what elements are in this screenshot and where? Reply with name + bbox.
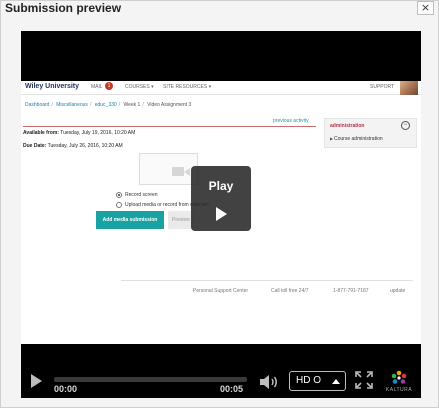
breadcrumb-item: Miscellaneous bbox=[56, 102, 88, 108]
site-header: Wiley University MAIL 1 COURSES ▾ SITE R… bbox=[21, 81, 421, 95]
footer-update: update bbox=[390, 288, 406, 294]
video-placeholder bbox=[139, 153, 198, 185]
play-button-icon[interactable] bbox=[31, 374, 42, 388]
play-icon bbox=[216, 207, 227, 221]
video-camera-icon bbox=[172, 167, 184, 176]
add-media-submission-button: Add media submission bbox=[96, 211, 164, 229]
record-screen-label: Record screen bbox=[125, 192, 158, 198]
breadcrumb-item: Video Assignment 3 bbox=[147, 102, 192, 108]
close-button[interactable]: × bbox=[417, 1, 434, 15]
submission-preview-dialog: Submission preview × Wiley University MA… bbox=[0, 0, 439, 408]
chevron-up-icon bbox=[332, 379, 340, 384]
due-label: Due Date: bbox=[23, 143, 47, 149]
nav-mail: MAIL bbox=[91, 84, 103, 90]
play-overlay-button[interactable]: Play bbox=[191, 166, 251, 231]
volume-icon[interactable] bbox=[259, 374, 281, 390]
player-control-bar: 00:00 00:05 HD O KALTURA bbox=[21, 366, 421, 398]
quality-label: HD O bbox=[296, 375, 321, 386]
due-date: Due Date: Tuesday, July 26, 2016, 10:20 … bbox=[23, 143, 123, 149]
footer-phone: 1-877-791-7187 bbox=[333, 288, 369, 294]
footer-divider bbox=[121, 280, 413, 281]
site-brand: Wiley University bbox=[25, 83, 80, 90]
seek-bar[interactable] bbox=[54, 377, 247, 382]
footer-toll-free: Call toll free 24/7 bbox=[271, 288, 309, 294]
course-administration-item: Course administration bbox=[334, 136, 383, 142]
available-from: Available from: Tuesday, July 19, 2016, … bbox=[23, 130, 135, 136]
record-screen-radio bbox=[116, 192, 122, 198]
video-player[interactable]: Wiley University MAIL 1 COURSES ▾ SITE R… bbox=[21, 31, 421, 398]
current-time: 00:00 bbox=[54, 384, 78, 394]
mail-count-badge: 1 bbox=[105, 82, 113, 90]
kaltura-logo: KALTURA bbox=[381, 369, 417, 397]
dialog-title-bar: Submission preview × bbox=[1, 1, 438, 16]
breadcrumb: Dashboard / Miscellaneous / educ_330/ Week… bbox=[25, 102, 192, 108]
fullscreen-icon[interactable] bbox=[355, 371, 373, 389]
breadcrumb-item: Week 1 bbox=[123, 102, 141, 108]
collapse-icon: − bbox=[401, 121, 410, 130]
administration-block: administration − ▶ Course administration bbox=[324, 118, 417, 148]
kaltura-label: KALTURA bbox=[385, 387, 413, 393]
previous-activity-link: previous activity bbox=[273, 118, 309, 124]
breadcrumb-item: educ_330 bbox=[94, 102, 117, 108]
quality-selector[interactable]: HD O bbox=[289, 371, 346, 391]
play-label: Play bbox=[208, 179, 234, 193]
nav-courses: COURSES ▾ bbox=[125, 84, 154, 90]
upload-media-radio bbox=[116, 202, 122, 208]
footer-support-center: Personal Support Center bbox=[193, 288, 249, 294]
breadcrumb-item: Dashboard bbox=[25, 102, 50, 108]
due-value: Tuesday, July 26, 2016, 10:20 AM bbox=[47, 143, 123, 149]
divider bbox=[23, 126, 316, 127]
nav-support: SUPPORT bbox=[370, 84, 395, 90]
nav-site-resources: SITE RESOURCES ▾ bbox=[163, 84, 212, 90]
available-label: Available from: bbox=[23, 130, 59, 136]
triangle-right-icon: ▶ bbox=[330, 136, 334, 141]
dialog-title: Submission preview bbox=[5, 1, 122, 15]
administration-title: administration bbox=[330, 123, 365, 129]
avatar bbox=[400, 81, 418, 95]
available-value: Tuesday, July 19, 2016, 10:20 AM bbox=[60, 130, 136, 136]
kaltura-flower-icon bbox=[391, 370, 407, 384]
duration-time: 00:05 bbox=[220, 384, 244, 394]
video-camera-lens-icon bbox=[184, 168, 190, 176]
